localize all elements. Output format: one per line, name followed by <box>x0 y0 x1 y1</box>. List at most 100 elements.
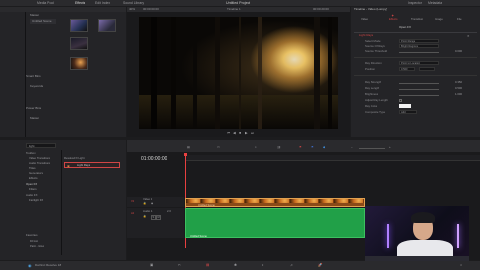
tree-item-audio-fx[interactable]: Audio FX <box>26 194 38 197</box>
tree-item-generators[interactable]: Generators <box>29 172 43 175</box>
lock-icon[interactable]: 🔒 <box>143 215 146 218</box>
media-thumbnail-4[interactable] <box>70 57 88 70</box>
page-edit-icon[interactable]: ▤ <box>206 263 209 267</box>
search-text: light <box>29 144 35 148</box>
page-media-icon[interactable]: ▣ <box>150 263 153 267</box>
media-thumbnail-3[interactable] <box>70 37 88 50</box>
media-thumbnail-2[interactable] <box>98 19 116 32</box>
tree-item-titles[interactable]: Titles <box>29 167 36 170</box>
select-mode-dropdown[interactable]: Point Range <box>399 39 439 43</box>
page-cut-icon[interactable]: ✂ <box>178 263 181 267</box>
flag-icon-blue[interactable]: ⚑ <box>311 146 314 150</box>
skip-forward-icon[interactable]: ⏭ <box>251 131 254 135</box>
position-x-field[interactable]: 0.500 <box>399 67 415 71</box>
track-view-icon[interactable]: ▤ <box>187 146 190 150</box>
ray-strength-value[interactable]: 0.350 <box>455 81 462 84</box>
ray-length-slider[interactable] <box>399 89 439 90</box>
eye-icon[interactable]: ◉ <box>151 202 153 205</box>
tab-effects[interactable]: Effects <box>75 1 85 5</box>
snap-icon[interactable]: ⌖ <box>255 146 257 150</box>
favorite-item[interactable]: Paint - Glow <box>30 245 44 248</box>
inspector-tab-effects[interactable]: Effects <box>389 18 398 21</box>
tree-item-open-fx[interactable]: Open FX <box>26 183 37 186</box>
viewer-image-forest[interactable] <box>139 17 338 129</box>
tab-inspector[interactable]: Inspector <box>408 1 422 5</box>
field-label: Ray Direction <box>365 62 382 65</box>
playhead-handle[interactable] <box>183 153 187 156</box>
audio-clip[interactable]: Untitled Scene <box>185 208 365 238</box>
ray-direction-dropdown[interactable]: Point to Location <box>399 61 439 65</box>
tab-sound-library[interactable]: Sound Library <box>123 1 144 5</box>
skip-back-icon[interactable]: ⏮ <box>227 131 230 135</box>
mute-button[interactable]: M <box>156 215 162 221</box>
zoom-in-icon[interactable]: + <box>389 146 391 150</box>
position-y-field[interactable] <box>419 67 435 71</box>
lock-icon[interactable]: 🔒 <box>143 202 146 205</box>
effects-search-input[interactable]: light <box>26 143 56 148</box>
field-label: Adjust Ray Length <box>365 99 388 102</box>
composite-type-dropdown[interactable]: Add <box>399 110 417 114</box>
ray-length-value[interactable]: 0.500 <box>455 87 462 90</box>
smart-bins-label[interactable]: Smart Bins <box>26 75 41 79</box>
brightness-value[interactable]: 1.000 <box>455 93 462 96</box>
brightness-slider[interactable] <box>399 95 439 96</box>
page-color-icon[interactable]: ◐ <box>262 263 264 267</box>
play-reverse-icon[interactable]: ◀ <box>233 131 236 135</box>
tab-metadata[interactable]: Metadata <box>428 1 442 5</box>
source-threshold-slider[interactable] <box>399 52 439 53</box>
favorite-item[interactable]: Fill List <box>30 240 38 243</box>
master-bin-label[interactable]: Master <box>30 14 39 18</box>
bin-item-label: Untitled Scene <box>32 19 52 23</box>
page-fairlight-icon[interactable]: ♫ <box>290 263 293 267</box>
tree-item-fairlight-fx[interactable]: Fairlight FX <box>29 199 43 202</box>
effect-item-light-rays[interactable]: ▣ Light Rays <box>64 162 120 168</box>
page-fusion-icon[interactable]: ✱ <box>234 263 237 267</box>
zoom-slider[interactable] <box>359 147 385 149</box>
adjust-ray-length-checkbox[interactable] <box>399 99 402 102</box>
field-label: Ray Color <box>365 105 378 108</box>
track-header-audio-1[interactable]: A1 Audio 1 2.0 🔒 S M <box>127 208 184 238</box>
play-icon[interactable]: ▶ <box>245 131 248 135</box>
tree-item-effects[interactable]: Effects <box>29 177 38 180</box>
link-icon[interactable]: ⛓ <box>277 146 281 150</box>
marker-icon[interactable]: ◆ <box>323 146 325 150</box>
bin-item[interactable]: Untitled Scene <box>30 19 56 24</box>
zoom-out-icon[interactable]: − <box>351 146 353 150</box>
inspector-tab-image[interactable]: Image <box>435 18 443 21</box>
source-threshold-value[interactable]: 0.000 <box>455 50 462 53</box>
stop-icon[interactable]: ■ <box>239 131 241 135</box>
viewer-zoom[interactable]: 40% <box>129 8 135 12</box>
track-channel: 2.0 <box>167 210 171 213</box>
effect-section-title[interactable]: Light Rays <box>359 34 373 38</box>
tab-edit-index[interactable]: Edit Index <box>95 1 110 5</box>
page-deliver-icon[interactable]: 🚀 <box>318 263 322 267</box>
clip-view-icon[interactable]: ▭ <box>217 146 220 150</box>
track-header-video-1[interactable]: V1 Video 1 🔒 ◉ <box>127 197 184 207</box>
inspector-subtab-openfx[interactable]: Open FX <box>399 26 411 30</box>
tree-item-audio-transitions[interactable]: Audio Transitions <box>29 162 50 165</box>
power-master-label[interactable]: Master <box>30 117 39 121</box>
source-of-rays-dropdown[interactable]: Bright Regions <box>399 44 439 48</box>
favorites-label[interactable]: Favorites <box>26 234 38 237</box>
inspector-tab-video[interactable]: Video <box>361 18 368 21</box>
inspector-tab-transition[interactable]: Transition <box>411 18 423 21</box>
delete-effect-icon[interactable]: ✕ <box>467 34 470 38</box>
flag-icon-red[interactable]: ⚑ <box>299 146 302 150</box>
tab-media-pool[interactable]: Media Pool <box>37 1 54 5</box>
timeline-ruler[interactable] <box>185 155 480 161</box>
ray-color-swatch[interactable] <box>399 104 411 108</box>
tree-item-filters[interactable]: Filters <box>29 188 37 191</box>
clip-thumbnail-strip <box>186 199 364 203</box>
keywords-label[interactable]: Keywords <box>30 85 43 89</box>
inspector-tab-file[interactable]: File <box>457 18 462 21</box>
tree-item-toolbox[interactable]: Toolbox <box>26 152 36 155</box>
ray-strength-slider[interactable] <box>399 83 439 84</box>
home-icon[interactable]: ⌂ <box>460 263 462 267</box>
viewer-panel: 40% 00:00:00:00 Timeline 1 00:00:20:00 ⏮… <box>127 7 350 137</box>
power-bins-label[interactable]: Power Bins <box>26 107 41 111</box>
tree-item-video-transitions[interactable]: Video Transitions <box>29 157 50 160</box>
viewer-timeline-name[interactable]: Timeline 1 <box>227 8 241 12</box>
clip-thumbnail-cell <box>319 199 335 203</box>
media-thumbnail-1[interactable] <box>70 19 88 32</box>
video-clip[interactable]: Untitled Scene <box>185 198 365 207</box>
